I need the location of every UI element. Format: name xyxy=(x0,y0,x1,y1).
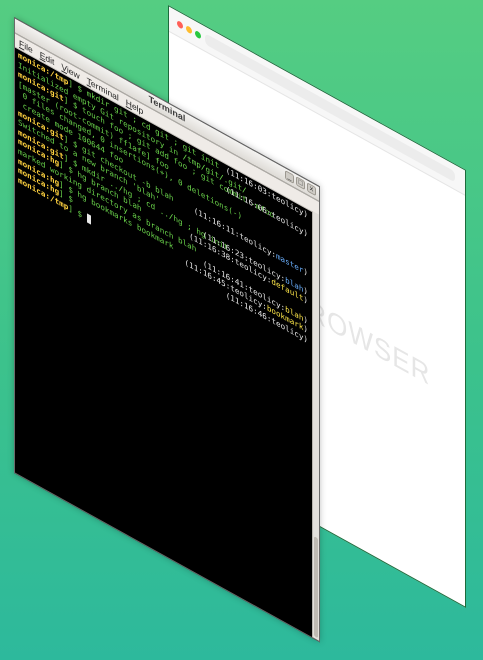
maximize-button[interactable]: □ xyxy=(296,176,305,191)
scrollbar[interactable] xyxy=(312,211,319,641)
close-button[interactable]: x xyxy=(307,182,316,197)
minimize-button[interactable]: _ xyxy=(285,170,294,185)
close-dot-icon[interactable] xyxy=(177,19,183,30)
scrollbar-thumb[interactable] xyxy=(314,536,318,639)
minimize-dot-icon[interactable] xyxy=(186,24,192,35)
maximize-dot-icon[interactable] xyxy=(195,29,201,40)
cursor xyxy=(86,212,92,225)
